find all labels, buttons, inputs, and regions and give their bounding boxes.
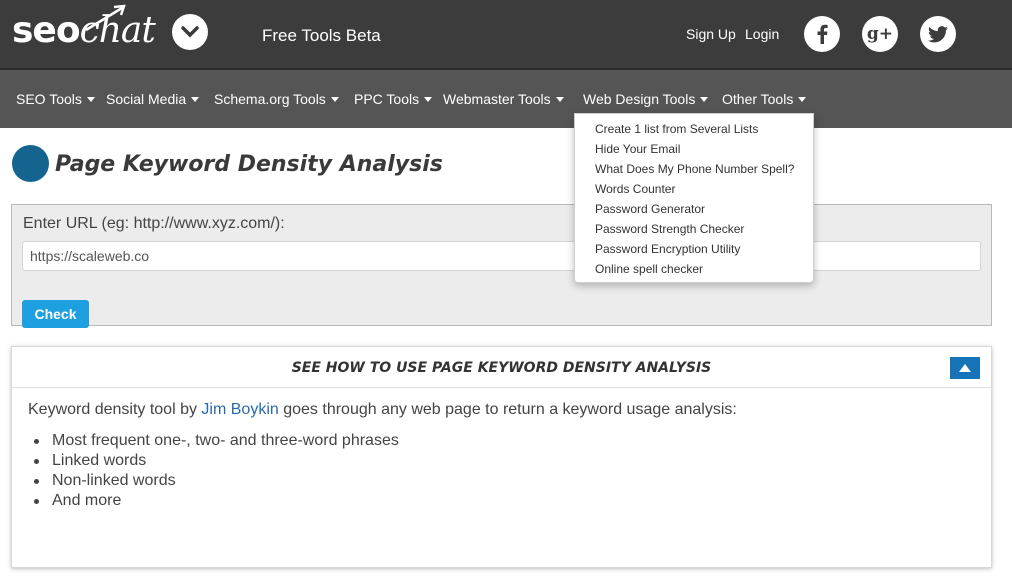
how-to-use-title: SEE HOW TO USE PAGE KEYWORD DENSITY ANAL… (291, 360, 712, 376)
logo-menu-toggle[interactable] (172, 14, 208, 50)
caret-down-icon (86, 96, 95, 102)
url-form-panel: Enter URL (eg: http://www.xyz.com/): Che… (11, 204, 992, 328)
nav-label: SEO Tools (16, 91, 82, 107)
nav-seo-tools[interactable]: SEO Tools (16, 91, 95, 107)
bullet-icon (34, 439, 39, 444)
caret-down-icon (555, 96, 564, 102)
nav-ppc-tools[interactable]: PPC Tools (354, 91, 433, 107)
nav-schema-org-tools[interactable]: Schema.org Tools (214, 91, 339, 107)
chevron-down-icon (181, 26, 199, 38)
dropdown-item[interactable]: Password Encryption Utility (595, 242, 740, 256)
web-design-tools-dropdown: Create 1 list from Several Lists Hide Yo… (574, 113, 814, 283)
caret-down-icon (798, 96, 807, 102)
jim-boykin-link[interactable]: Jim Boykin (201, 401, 278, 418)
twitter-button[interactable] (920, 16, 956, 52)
feature-list: Most frequent one-, two- and three-word … (28, 431, 399, 511)
check-button[interactable]: Check (22, 300, 89, 328)
dropdown-item[interactable]: Words Counter (595, 182, 675, 196)
nav-label: PPC Tools (354, 91, 420, 107)
header-subtitle: Free Tools Beta (262, 26, 381, 45)
url-input[interactable] (22, 241, 981, 271)
dropdown-item[interactable]: What Does My Phone Number Spell? (595, 162, 794, 176)
caret-down-icon (424, 96, 433, 102)
facebook-icon (817, 24, 828, 44)
page-title: Page Keyword Density Analysis (55, 152, 443, 177)
nav-web-design-tools[interactable]: Web Design Tools (583, 91, 709, 107)
list-item: Linked words (28, 451, 399, 471)
bullet-icon (34, 459, 39, 464)
nav-label: Schema.org Tools (214, 91, 326, 107)
how-to-use-header[interactable]: SEE HOW TO USE PAGE KEYWORD DENSITY ANAL… (12, 347, 991, 388)
sign-up-link[interactable]: Sign Up (686, 26, 736, 42)
caret-down-icon (330, 96, 339, 102)
dropdown-item[interactable]: Password Strength Checker (595, 222, 744, 236)
dropdown-item[interactable]: Password Generator (595, 202, 705, 216)
triangle-up-icon (959, 364, 971, 372)
nav-label: Web Design Tools (583, 91, 696, 107)
bullet-icon (34, 479, 39, 484)
url-label: Enter URL (eg: http://www.xyz.com/): (23, 215, 285, 232)
caret-down-icon (700, 96, 709, 102)
collapse-button[interactable] (950, 357, 980, 379)
google-plus-button[interactable]: g+ (862, 16, 898, 52)
dropdown-item[interactable]: Create 1 list from Several Lists (595, 122, 758, 136)
list-item: And more (28, 491, 399, 511)
main-navbar: SEO Tools Social Media Schema.org Tools … (0, 68, 1012, 128)
dropdown-item[interactable]: Online spell checker (595, 262, 703, 276)
nav-other-tools[interactable]: Other Tools (722, 91, 807, 107)
title-circle-icon (12, 145, 49, 182)
nav-label: Webmaster Tools (443, 91, 551, 107)
twitter-icon (928, 25, 948, 42)
top-header: seochat Free Tools Beta Sign Up Login g+ (0, 0, 1012, 68)
bullet-icon (34, 499, 39, 504)
caret-down-icon (191, 96, 200, 102)
nav-webmaster-tools[interactable]: Webmaster Tools (443, 91, 564, 107)
nav-social-media[interactable]: Social Media (106, 91, 200, 107)
list-item: Non-linked words (28, 471, 399, 491)
nav-label: Social Media (106, 91, 187, 107)
nav-label: Other Tools (722, 91, 794, 107)
google-plus-icon: g+ (866, 24, 894, 44)
list-item: Most frequent one-, two- and three-word … (28, 431, 399, 451)
dropdown-item[interactable]: Hide Your Email (595, 142, 680, 156)
how-to-use-panel: SEE HOW TO USE PAGE KEYWORD DENSITY ANAL… (11, 346, 992, 568)
facebook-button[interactable] (804, 16, 840, 52)
login-link[interactable]: Login (745, 26, 779, 42)
logo-arrow-icon (85, 4, 126, 32)
info-intro: Keyword density tool by Jim Boykin goes … (28, 401, 737, 418)
